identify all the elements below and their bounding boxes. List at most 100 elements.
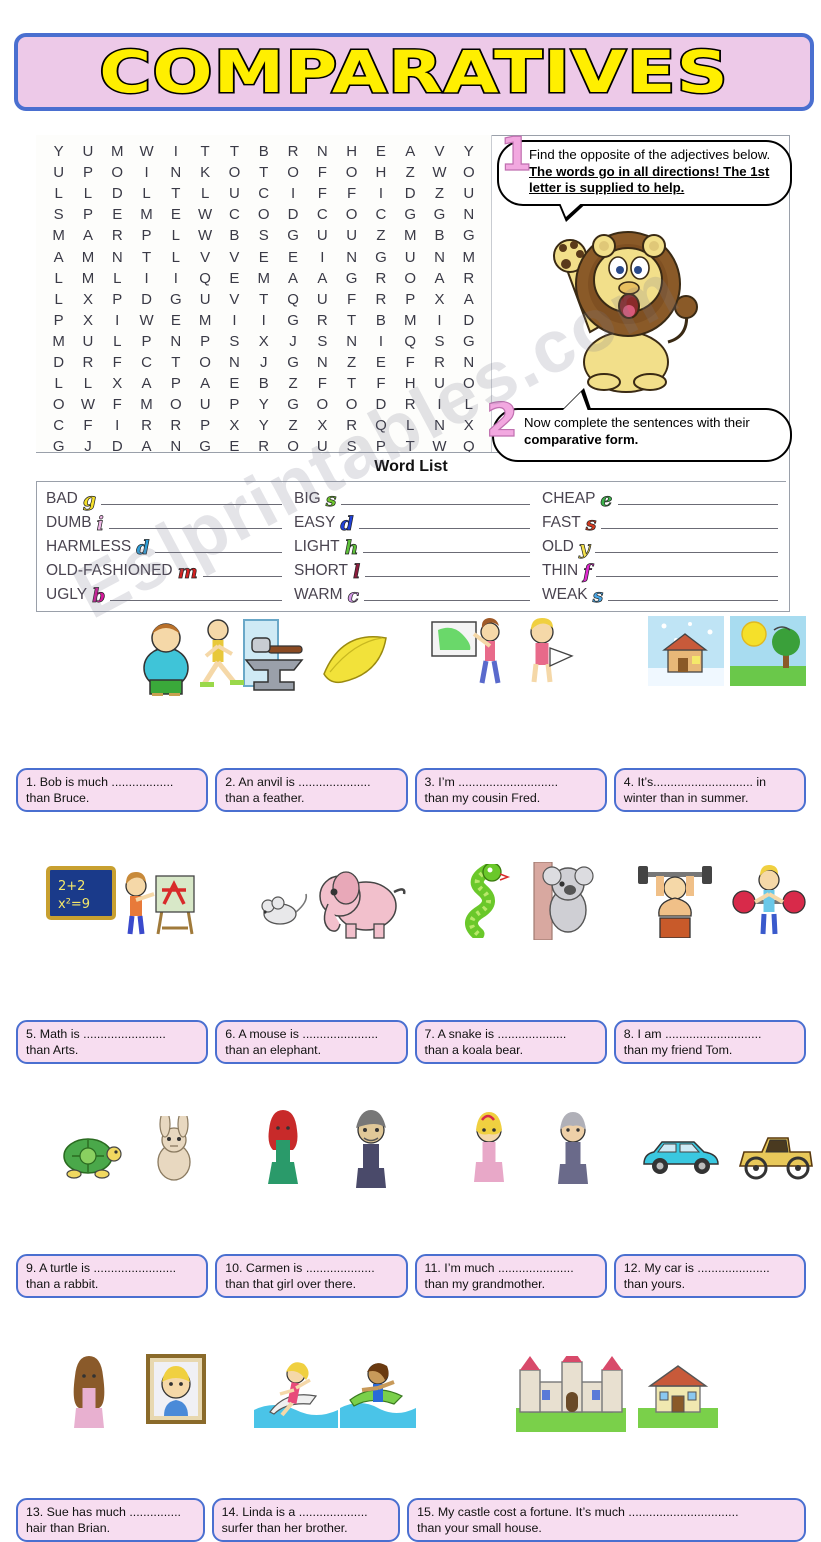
letter-cell[interactable]: I (249, 312, 278, 329)
letter-cell[interactable]: U (337, 227, 366, 244)
letter-cell[interactable]: M (73, 270, 102, 287)
exercise-sentence-14[interactable]: 14. Linda is a .................... surfe… (211, 1498, 401, 1542)
letter-cell[interactable]: T (161, 354, 190, 371)
letter-cell[interactable]: M (103, 143, 132, 160)
exercise-sentence-11[interactable]: 11. I’m much ...................... than … (414, 1254, 607, 1298)
letter-cell[interactable]: O (337, 396, 366, 413)
letter-cell[interactable]: M (44, 333, 73, 350)
letter-cell[interactable]: A (132, 375, 161, 392)
letter-cell[interactable]: Y (249, 417, 278, 434)
exercise-sentence-2[interactable]: 2. An anvil is ..................... than… (215, 768, 408, 812)
letter-cell[interactable]: F (396, 354, 425, 371)
letter-cell[interactable]: B (366, 312, 395, 329)
letter-cell[interactable]: H (396, 375, 425, 392)
letter-cell[interactable]: F (366, 375, 395, 392)
letter-cell[interactable]: J (278, 333, 307, 350)
letter-cell[interactable]: H (337, 143, 366, 160)
letter-cell[interactable]: C (366, 206, 395, 223)
letter-cell[interactable]: V (220, 291, 249, 308)
letter-cell[interactable]: V (190, 249, 219, 266)
letter-cell[interactable]: B (425, 227, 454, 244)
letter-cell[interactable]: Y (249, 396, 278, 413)
letter-cell[interactable]: F (308, 375, 337, 392)
exercise-sentence-10[interactable]: 10. Carmen is .................... than t… (215, 1254, 408, 1298)
letter-cell[interactable]: Z (278, 417, 307, 434)
letter-cell[interactable]: I (308, 249, 337, 266)
word-list-answer-blank[interactable] (601, 527, 778, 529)
letter-cell[interactable]: A (190, 375, 219, 392)
letter-cell[interactable]: R (366, 270, 395, 287)
letter-cell[interactable]: L (103, 333, 132, 350)
letter-cell[interactable]: P (190, 417, 219, 434)
letter-cell[interactable]: T (337, 375, 366, 392)
letter-cell[interactable]: I (366, 333, 395, 350)
letter-cell[interactable]: O (44, 396, 73, 413)
word-list-answer-blank[interactable] (365, 575, 530, 577)
letter-cell[interactable]: Q (396, 333, 425, 350)
letter-cell[interactable]: P (396, 291, 425, 308)
letter-cell[interactable]: O (337, 206, 366, 223)
letter-cell[interactable]: T (249, 291, 278, 308)
letter-cell[interactable]: A (44, 249, 73, 266)
letter-cell[interactable]: E (161, 312, 190, 329)
letter-cell[interactable]: V (425, 143, 454, 160)
letter-cell[interactable]: W (190, 206, 219, 223)
letter-cell[interactable]: N (220, 354, 249, 371)
letter-cell[interactable]: T (132, 249, 161, 266)
letter-cell[interactable]: C (132, 354, 161, 371)
letter-cell[interactable]: O (190, 354, 219, 371)
letter-cell[interactable]: W (190, 227, 219, 244)
letter-cell[interactable]: U (73, 333, 102, 350)
letter-cell[interactable]: P (220, 396, 249, 413)
letter-cell[interactable]: G (396, 206, 425, 223)
letter-cell[interactable]: U (308, 291, 337, 308)
letter-cell[interactable]: N (425, 249, 454, 266)
letter-cell[interactable]: O (220, 164, 249, 181)
letter-cell[interactable]: M (454, 249, 483, 266)
letter-cell[interactable]: R (161, 417, 190, 434)
letter-cell[interactable]: S (308, 333, 337, 350)
letter-cell[interactable]: L (103, 270, 132, 287)
letter-cell[interactable]: N (161, 164, 190, 181)
exercise-sentence-3[interactable]: 3. I’m ............................. than… (414, 768, 607, 812)
letter-cell[interactable]: O (454, 375, 483, 392)
letter-cell[interactable]: G (278, 396, 307, 413)
letter-cell[interactable]: M (396, 312, 425, 329)
letter-cell[interactable]: C (220, 206, 249, 223)
letter-cell[interactable]: P (44, 312, 73, 329)
letter-cell[interactable]: R (366, 291, 395, 308)
word-list-answer-blank[interactable] (617, 503, 778, 505)
letter-cell[interactable]: M (190, 312, 219, 329)
letter-cell[interactable]: P (190, 333, 219, 350)
letter-cell[interactable]: F (103, 354, 132, 371)
letter-cell[interactable]: Y (454, 143, 483, 160)
letter-cell[interactable]: G (454, 227, 483, 244)
letter-cell[interactable]: M (44, 227, 73, 244)
letter-cell[interactable]: W (132, 143, 161, 160)
letter-cell[interactable]: X (249, 333, 278, 350)
letter-cell[interactable]: L (190, 185, 219, 202)
letter-cell[interactable]: F (337, 185, 366, 202)
letter-cell[interactable]: U (190, 396, 219, 413)
letter-cell[interactable]: L (161, 249, 190, 266)
letter-cell[interactable]: I (132, 270, 161, 287)
letter-cell[interactable]: F (308, 164, 337, 181)
letter-cell[interactable]: P (132, 333, 161, 350)
letter-cell[interactable]: N (425, 417, 454, 434)
letter-cell[interactable]: I (161, 143, 190, 160)
letter-cell[interactable]: O (396, 270, 425, 287)
letter-cell[interactable]: N (308, 354, 337, 371)
letter-cell[interactable]: G (454, 333, 483, 350)
letter-cell[interactable]: Q (366, 417, 395, 434)
exercise-sentence-12[interactable]: 12. My car is ..................... than … (613, 1254, 806, 1298)
letter-cell[interactable]: X (220, 417, 249, 434)
letter-cell[interactable]: G (161, 291, 190, 308)
letter-cell[interactable]: E (366, 354, 395, 371)
letter-cell[interactable]: I (425, 312, 454, 329)
letter-cell[interactable]: Z (396, 164, 425, 181)
letter-cell[interactable]: P (161, 375, 190, 392)
letter-cell[interactable]: L (44, 291, 73, 308)
letter-cell[interactable]: D (454, 312, 483, 329)
letter-cell[interactable]: R (454, 270, 483, 287)
letter-cell[interactable]: Z (425, 185, 454, 202)
